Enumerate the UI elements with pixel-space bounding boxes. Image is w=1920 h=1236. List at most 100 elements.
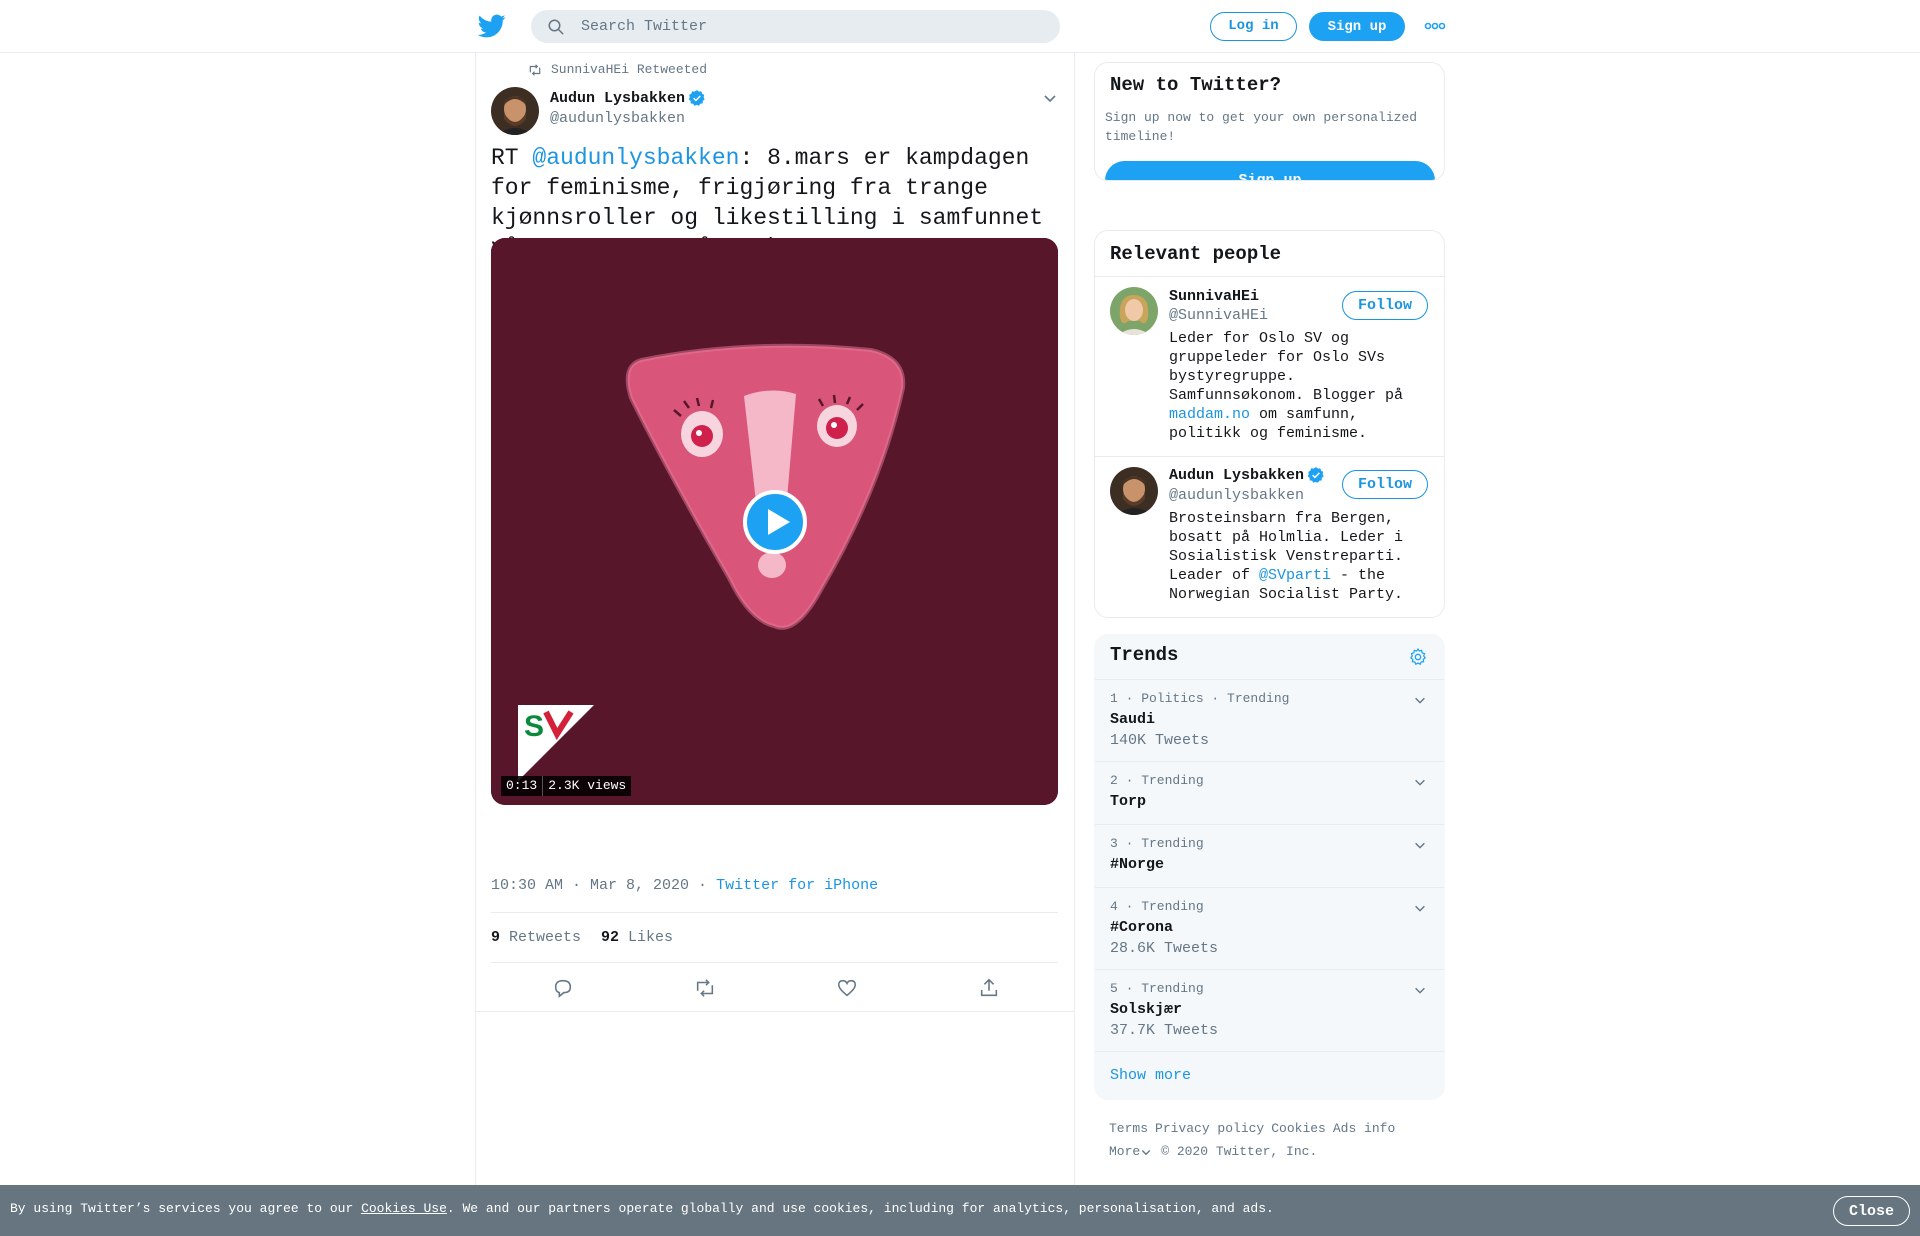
divider: [491, 962, 1058, 963]
relevant-people-header: Relevant people: [1095, 231, 1444, 277]
retweet-icon[interactable]: [694, 977, 716, 999]
trend-meta: 5 · Trending: [1110, 981, 1204, 996]
video-meta: 0:13 2.3K views: [501, 776, 632, 796]
person-bio-link[interactable]: maddam.no: [1169, 406, 1250, 423]
log-in-button[interactable]: Log in: [1210, 12, 1297, 41]
footer-link-terms[interactable]: Terms: [1109, 1121, 1148, 1136]
footer-link-privacy[interactable]: Privacy policy: [1155, 1121, 1264, 1136]
footer-link-cookies[interactable]: Cookies: [1271, 1121, 1326, 1136]
person-bio: Brosteinsbarn fra Bergen, bosatt på Holm…: [1169, 509, 1409, 604]
share-icon[interactable]: [978, 977, 1000, 999]
person-name[interactable]: Audun Lysbakken: [1169, 466, 1325, 484]
person-name[interactable]: SunnivaHEi: [1169, 288, 1259, 305]
trend-name: Saudi: [1110, 711, 1156, 728]
footer-link-ads-info[interactable]: Ads info: [1333, 1121, 1395, 1136]
tweet-actions: [491, 977, 1058, 1013]
person-bio-link[interactable]: @SVparti: [1259, 567, 1331, 584]
retweets-count: 9: [491, 929, 501, 946]
trend-name: Solskjær: [1110, 1001, 1183, 1018]
relevant-people-title: Relevant people: [1110, 243, 1282, 265]
retweet-icon: [529, 63, 541, 76]
retweet-context[interactable]: SunnivaHEi Retweeted: [528, 62, 707, 77]
play-button-icon[interactable]: [743, 490, 807, 554]
person-name-text: Audun Lysbakken: [1169, 466, 1305, 484]
tweet-timestamp-line: 10:30 AM · Mar 8, 2020 · Twitter for iPh…: [491, 877, 878, 894]
search-box[interactable]: [531, 10, 1060, 43]
trend-name: Torp: [1110, 793, 1147, 810]
tweet-timestamp[interactable]: 10:30 AM · Mar 8, 2020: [491, 877, 689, 894]
trend-item[interactable]: 2 · Trending Torp: [1095, 762, 1444, 825]
trend-item[interactable]: 4 · Trending #Corona 28.6K Tweets: [1095, 888, 1444, 970]
chevron-down-icon[interactable]: [1413, 775, 1427, 789]
trend-count: 37.7K Tweets: [1110, 1022, 1219, 1039]
likes-stat[interactable]: 92 Likes: [601, 929, 673, 946]
cookie-message: By using Twitter’s services you agree to…: [10, 1201, 1274, 1216]
retweets-stat[interactable]: 9 Retweets: [491, 929, 581, 946]
retweets-label: Retweets: [509, 929, 582, 946]
like-heart-icon[interactable]: [836, 977, 858, 999]
reply-icon[interactable]: [552, 977, 574, 999]
chevron-down-icon[interactable]: [1413, 983, 1427, 997]
author-name-text: Audun Lysbakken: [550, 89, 686, 107]
top-navigation-bar: Log in Sign up: [0, 0, 1920, 53]
footer-links: Terms Privacy policy Cookies Ads info More ©…: [1109, 1117, 1449, 1163]
trend-item[interactable]: 3 · Trending #Norge: [1095, 825, 1444, 888]
author-handle[interactable]: @audunlysbakken: [550, 110, 685, 127]
trend-meta: 2 · Trending: [1110, 773, 1204, 788]
cookie-consent-bar: By using Twitter’s services you agree to…: [0, 1185, 1920, 1236]
footer-more-label: More: [1109, 1144, 1141, 1159]
copyright: © 2020 Twitter, Inc.: [1161, 1144, 1318, 1159]
cookie-close-button[interactable]: Close: [1833, 1196, 1910, 1226]
twitter-bird-icon[interactable]: [478, 12, 506, 40]
chevron-down-icon[interactable]: [1413, 693, 1427, 707]
sidebar-sign-up-button[interactable]: Sign up: [1105, 161, 1435, 180]
search-icon: [548, 19, 564, 35]
cookie-text: . We and our partners operate globally a…: [446, 1201, 1274, 1216]
trend-meta: 3 · Trending: [1110, 836, 1204, 851]
chevron-down-icon[interactable]: [1413, 838, 1427, 852]
trend-item[interactable]: 1 · Politics · Trending Saudi 140K Tweet…: [1095, 680, 1444, 762]
tweet-source-link[interactable]: Twitter for iPhone: [716, 877, 878, 894]
show-more-link[interactable]: Show more: [1110, 1067, 1191, 1084]
person-avatar[interactable]: [1110, 287, 1158, 335]
chevron-down-icon[interactable]: [1413, 901, 1427, 915]
person-handle[interactable]: @audunlysbakken: [1169, 487, 1304, 504]
retweet-context-label: SunnivaHEi Retweeted: [551, 62, 708, 77]
follow-button[interactable]: Follow: [1342, 470, 1428, 499]
sign-up-button[interactable]: Sign up: [1309, 12, 1405, 41]
trend-name: #Corona: [1110, 919, 1174, 936]
trends-header: Trends: [1095, 635, 1444, 680]
relevant-people-card: Relevant people SunnivaHEi @SunnivaHEi F…: [1094, 230, 1445, 618]
person-item[interactable]: Audun Lysbakken @audunlysbakken Follow B…: [1095, 457, 1444, 617]
new-to-twitter-card: New to Twitter? Sign up now to get your …: [1094, 62, 1445, 181]
cookie-text: By using Twitter’s services you agree to…: [10, 1201, 362, 1216]
more-options-icon[interactable]: [1424, 20, 1446, 32]
author-name[interactable]: Audun Lysbakken: [550, 89, 706, 107]
trend-name: #Norge: [1110, 856, 1165, 873]
trends-title: Trends: [1110, 644, 1179, 666]
trend-item[interactable]: 5 · Trending Solskjær 37.7K Tweets: [1095, 970, 1444, 1052]
search-input[interactable]: [581, 10, 1041, 43]
person-item[interactable]: SunnivaHEi @SunnivaHEi Follow Leder for …: [1095, 277, 1444, 457]
author-avatar[interactable]: [491, 87, 539, 135]
trend-meta: 4 · Trending: [1110, 899, 1204, 914]
tweet-stats: 9 Retweets 92 Likes: [491, 929, 673, 946]
footer-more-menu[interactable]: More: [1109, 1140, 1152, 1163]
person-handle[interactable]: @SunnivaHEi: [1169, 307, 1268, 324]
new-to-twitter-subtitle: Sign up now to get your own personalized…: [1105, 110, 1418, 144]
person-name-text: SunnivaHEi: [1169, 288, 1260, 305]
gear-icon[interactable]: [1408, 647, 1428, 667]
likes-count: 92: [601, 929, 620, 946]
trends-card: Trends 1 · Politics · Trending Saudi 140…: [1094, 634, 1445, 1100]
chevron-down-icon[interactable]: [1042, 90, 1058, 106]
cookies-use-link[interactable]: Cookies Use: [361, 1201, 447, 1216]
video-duration: 0:13: [501, 776, 543, 796]
video-views: 2.3K views: [542, 776, 632, 796]
tweet-video[interactable]: S 0:13 2.3K views: [491, 238, 1058, 805]
person-avatar[interactable]: [1110, 467, 1158, 515]
likes-label: Likes: [628, 929, 674, 946]
tweet-mention-link[interactable]: @audunlysbakken: [532, 145, 739, 171]
divider: [476, 1011, 1074, 1012]
chevron-down-icon: [1141, 1149, 1151, 1155]
follow-button[interactable]: Follow: [1342, 291, 1428, 320]
